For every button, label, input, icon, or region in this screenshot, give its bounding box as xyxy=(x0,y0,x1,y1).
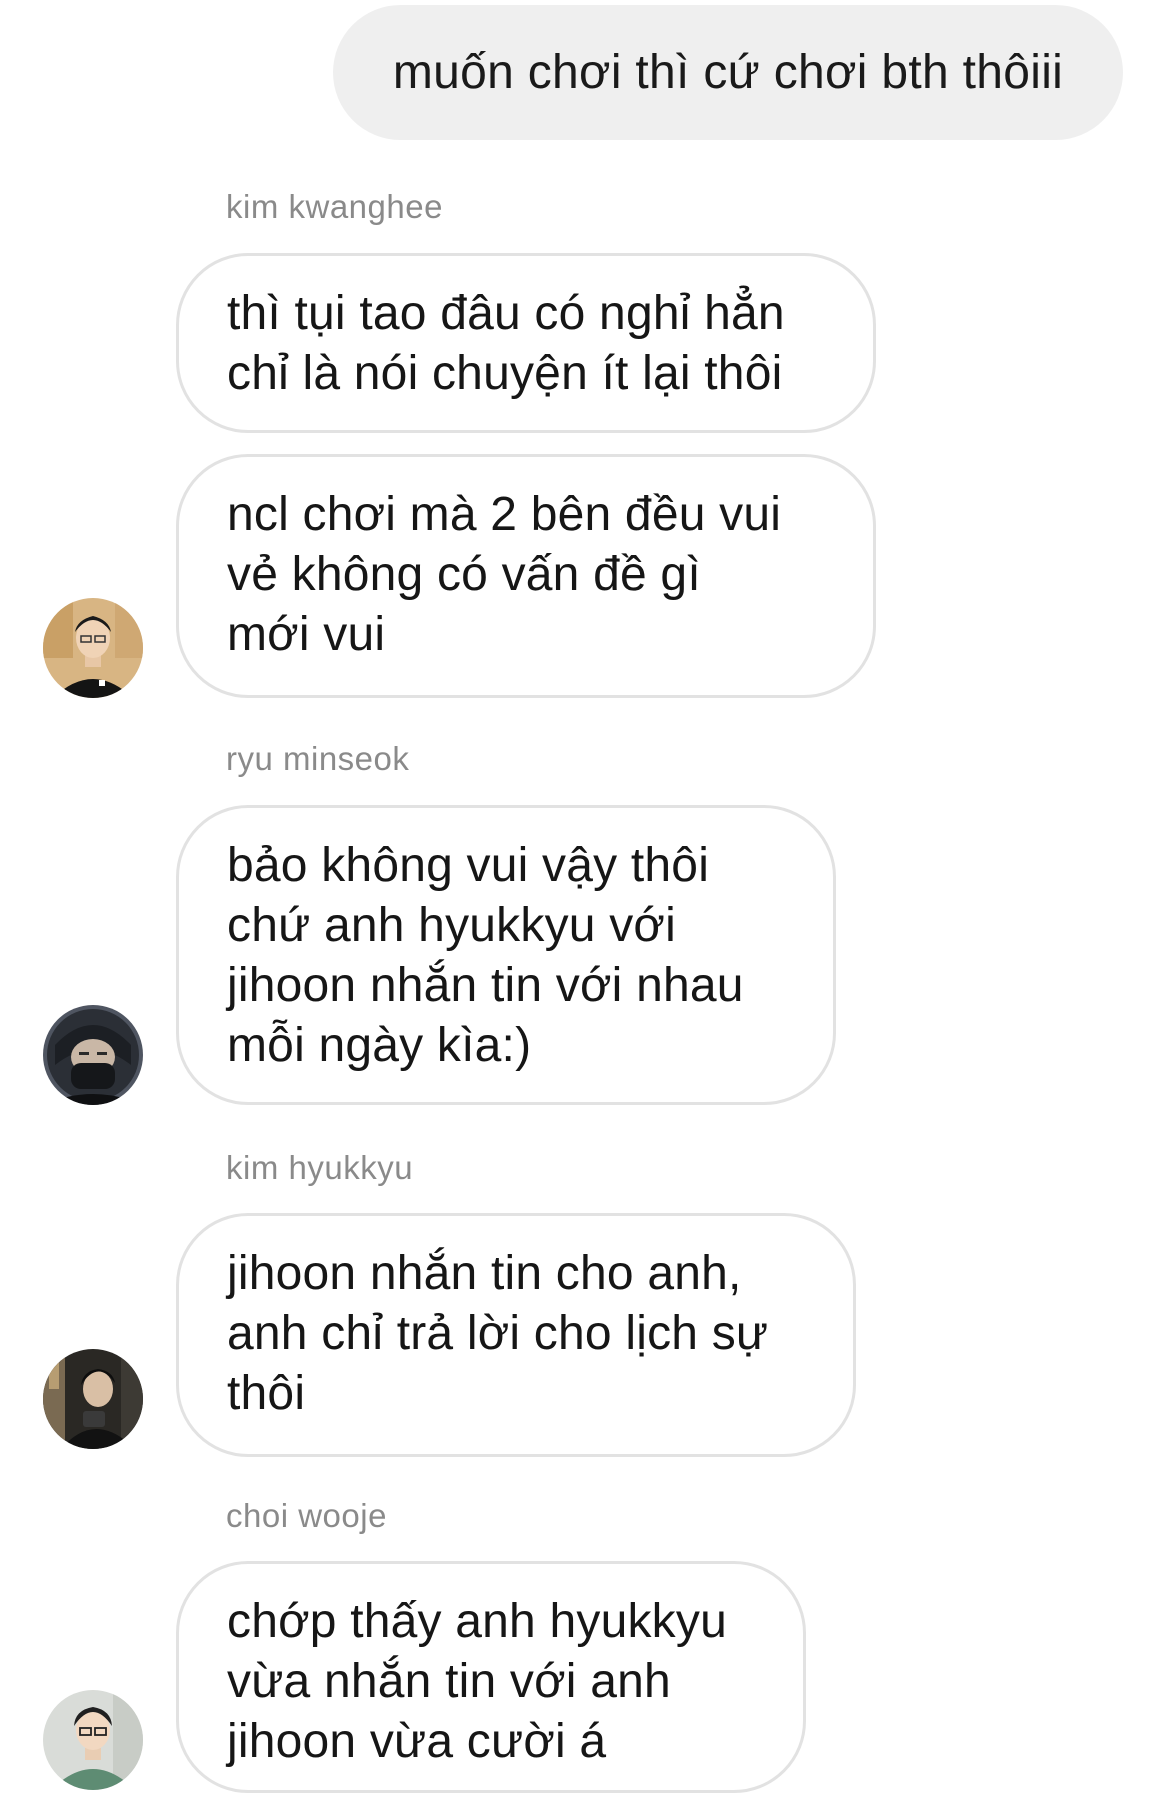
incoming-message-bubble[interactable]: chớp thấy anh hyukkyu vừa nhắn tin với a… xyxy=(176,1561,806,1793)
avatar[interactable] xyxy=(43,1690,143,1790)
incoming-message-bubble[interactable]: ncl chơi mà 2 bên đều vui vẻ không có vấ… xyxy=(176,454,876,698)
person-avatar-icon xyxy=(43,1349,143,1449)
sender-name: kim kwanghee xyxy=(226,188,443,225)
sender-name: kim hyukkyu xyxy=(226,1149,414,1186)
person-avatar-icon xyxy=(43,598,143,698)
incoming-message-bubble[interactable]: jihoon nhắn tin cho anh, anh chỉ trả lời… xyxy=(176,1213,856,1457)
sender-name: choi wooje xyxy=(226,1497,387,1534)
avatar[interactable] xyxy=(43,1005,143,1105)
person-avatar-icon xyxy=(43,1690,143,1790)
avatar[interactable] xyxy=(43,1349,143,1449)
incoming-message-bubble[interactable]: bảo không vui vậy thôi chứ anh hyukkyu v… xyxy=(176,805,836,1105)
incoming-message-bubble[interactable]: thì tụi tao đâu có nghỉ hẳn chỉ là nói c… xyxy=(176,253,876,433)
person-avatar-icon xyxy=(43,1005,143,1105)
sender-name: ryu minseok xyxy=(226,740,410,777)
avatar[interactable] xyxy=(43,598,143,698)
chat-thread[interactable]: muốn chơi thì cứ chơi bth thôiii kim kwa… xyxy=(0,0,1170,1797)
outgoing-message-bubble[interactable]: muốn chơi thì cứ chơi bth thôiii xyxy=(333,5,1123,140)
